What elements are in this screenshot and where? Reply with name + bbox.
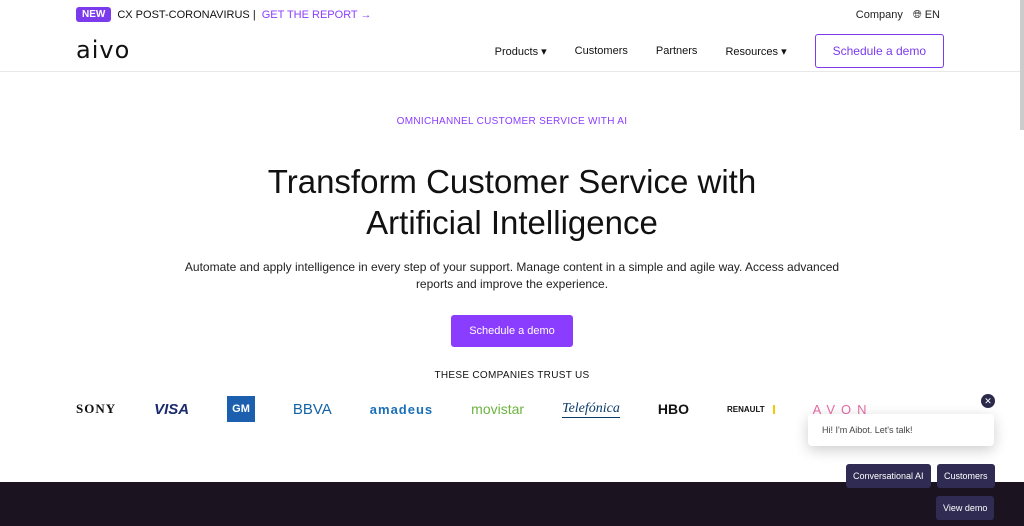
logo-movistar: movistar	[471, 401, 525, 417]
page-title: Transform Customer Service with Artificia…	[267, 163, 757, 241]
nav-customers[interactable]: Customers	[575, 45, 628, 57]
get-report-link[interactable]: GET THE REPORT →	[262, 9, 372, 21]
promo-text: CX POST-CORONAVIRUS |	[117, 8, 256, 21]
schedule-demo-button[interactable]: Schedule a demo	[814, 34, 944, 68]
nav-partners[interactable]: Partners	[656, 45, 698, 57]
logo-bbva: BBVA	[292, 400, 332, 418]
scrollbar[interactable]	[1020, 0, 1024, 130]
promo-bar[interactable]: NEW CX POST-CORONAVIRUS | GET THE REPORT…	[76, 7, 372, 22]
logo-renault: RENAULT	[727, 404, 775, 414]
logo-amadeus: amadeus	[369, 401, 434, 417]
trust-heading: THESE COMPANIES TRUST US	[434, 370, 590, 381]
company-link[interactable]: Company	[856, 9, 903, 22]
logo-visa: VISA	[154, 400, 190, 418]
logo-telefonica: Telefónica	[562, 400, 620, 418]
client-logos: SONY VISA GM BBVA amadeus movistar Telef…	[76, 396, 873, 422]
globe-icon: 🌐︎	[912, 9, 922, 21]
nav-products[interactable]: Products ▾	[495, 45, 547, 58]
dark-section	[0, 482, 1024, 526]
logo-hbo: HBO	[657, 401, 689, 417]
logo[interactable]: aivo	[76, 36, 130, 64]
hero: OMNICHANNEL CUSTOMER SERVICE WITH AI Tra…	[0, 116, 1024, 347]
main-nav: Products ▾ Customers Partners Resources …	[495, 34, 944, 68]
chat-bubble: Hi! I'm Aibot. Let's talk!	[808, 414, 994, 446]
quick-reply-customers[interactable]: Customers	[937, 464, 995, 488]
language-selector[interactable]: 🌐︎ EN	[913, 9, 940, 22]
eyebrow: OMNICHANNEL CUSTOMER SERVICE WITH AI	[396, 116, 628, 127]
quick-reply-conversational-ai[interactable]: Conversational AI	[846, 464, 931, 488]
close-chat-icon[interactable]: ✕	[981, 394, 995, 408]
quick-reply-view-demo[interactable]: View demo	[936, 496, 995, 520]
new-badge: NEW	[76, 7, 112, 22]
logo-sony: SONY	[76, 401, 117, 416]
nav-resources[interactable]: Resources ▾	[725, 45, 786, 58]
logo-gm: GM	[227, 396, 255, 422]
header: NEW CX POST-CORONAVIRUS | GET THE REPORT…	[0, 0, 1024, 72]
hero-schedule-demo-button[interactable]: Schedule a demo	[451, 315, 573, 347]
hero-subtitle: Automate and apply intelligence in every…	[184, 260, 840, 291]
